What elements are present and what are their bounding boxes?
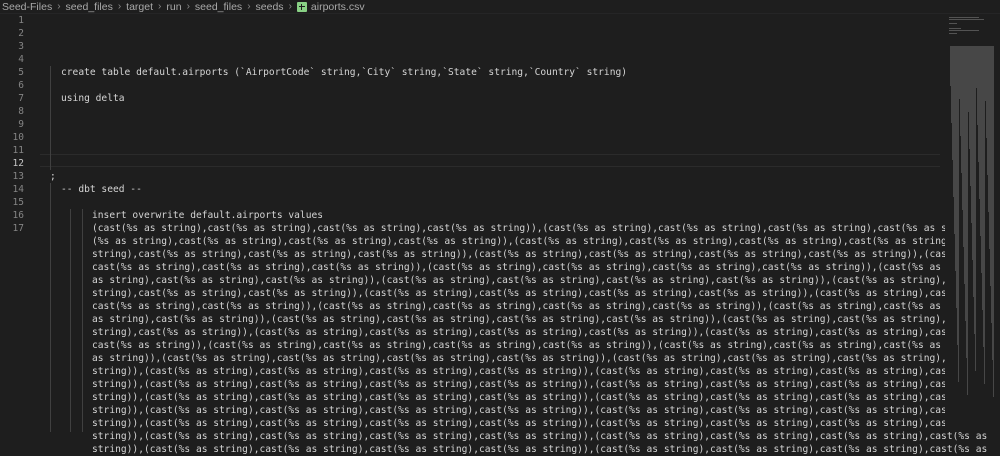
- indent-guide: [70, 209, 71, 432]
- minimap-line: [949, 23, 957, 24]
- line-number[interactable]: 8: [0, 105, 24, 118]
- code-line-17-wrap[interactable]: cast(%s as string)),(cast(%s as string),…: [92, 339, 1000, 352]
- code-line-17-wrap[interactable]: string),cast(%s as string),cast(%s as st…: [92, 287, 1000, 300]
- code-line-17-wrap[interactable]: string)),(cast(%s as string),cast(%s as …: [92, 391, 987, 404]
- code-line-14[interactable]: -- dbt seed --: [61, 183, 142, 196]
- line-number[interactable]: 9: [0, 118, 24, 131]
- breadcrumb-item-seed-files[interactable]: Seed-Files: [2, 1, 52, 13]
- minimap-line: [949, 33, 957, 34]
- line-number-gutter[interactable]: 1 2 3 4 5 6 7 8 9 10 11 12 13 14 15 16 17: [0, 14, 30, 432]
- minimap-line: [949, 19, 984, 20]
- code-area[interactable]: create table default.airports (`AirportC…: [40, 14, 1000, 455]
- minimap-line: [949, 17, 979, 18]
- code-line-17-wrap[interactable]: as string),cast(%s as string)),(cast(%s …: [92, 313, 1000, 326]
- chevron-right-icon: ›: [57, 1, 61, 12]
- line-number[interactable]: 3: [0, 40, 24, 53]
- code-line-17-wrap[interactable]: string)),(cast(%s as string),cast(%s as …: [92, 378, 987, 391]
- code-line-17-wrap[interactable]: string)),(cast(%s as string),cast(%s as …: [92, 365, 987, 378]
- code-line-17-wrap[interactable]: string)),(cast(%s as string),cast(%s as …: [92, 404, 987, 417]
- code-line-17-wrap[interactable]: cast(%s as string),cast(%s as string)),(…: [92, 300, 1000, 313]
- code-line-17-wrap[interactable]: string)),(cast(%s as string),cast(%s as …: [92, 417, 987, 430]
- line-number[interactable]: 11: [0, 144, 24, 157]
- breadcrumb-item-seed-files-2[interactable]: seed_files: [195, 1, 242, 13]
- line-number[interactable]: 12: [0, 157, 24, 170]
- breadcrumb: Seed-Files › seed_files › target › run ›…: [0, 0, 1000, 14]
- csv-file-icon: [296, 1, 307, 12]
- line-number[interactable]: 4: [0, 53, 24, 66]
- minimap[interactable]: [945, 14, 1000, 432]
- line-number[interactable]: 17: [0, 222, 24, 235]
- vertical-scrollbar[interactable]: [993, 14, 1000, 432]
- code-editor[interactable]: 1 2 3 4 5 6 7 8 9 10 11 12 13 14 15 16 17 create table d…: [0, 14, 1000, 455]
- breadcrumb-item-target[interactable]: target: [126, 1, 153, 13]
- code-line-17-wrap[interactable]: (%s as string),cast(%s as string),cast(%…: [92, 235, 1000, 248]
- code-line-17-wrap[interactable]: string)),(cast(%s as string),cast(%s as …: [92, 443, 987, 456]
- code-line-17-wrap[interactable]: string),cast(%s as string),cast(%s as st…: [92, 248, 1000, 261]
- chevron-right-icon: ›: [158, 1, 162, 12]
- line-number[interactable]: 7: [0, 92, 24, 105]
- line-number[interactable]: 5: [0, 66, 24, 79]
- line-number[interactable]: 14: [0, 183, 24, 196]
- chevron-right-icon: ›: [247, 1, 251, 12]
- line-number[interactable]: 6: [0, 79, 24, 92]
- chevron-right-icon: ›: [117, 1, 122, 12]
- code-line-16[interactable]: insert overwrite default.airports values: [92, 209, 323, 222]
- line-number[interactable]: 10: [0, 131, 24, 144]
- breadcrumb-item-file[interactable]: airports.csv: [311, 1, 365, 13]
- line-number[interactable]: 15: [0, 196, 24, 209]
- code-line-13[interactable]: ;: [50, 170, 56, 183]
- breadcrumb-item-seeds[interactable]: seeds: [256, 1, 284, 13]
- chevron-right-icon: ›: [186, 1, 190, 12]
- line-number[interactable]: 13: [0, 170, 24, 183]
- minimap-line: [949, 28, 961, 29]
- code-line-5[interactable]: create table default.airports (`AirportC…: [61, 66, 627, 79]
- minimap-column: [975, 46, 976, 371]
- line-number[interactable]: 2: [0, 27, 24, 40]
- breadcrumb-item-seed-files-folder[interactable]: seed_files: [66, 1, 113, 13]
- line-number[interactable]: 16: [0, 209, 24, 222]
- indent-guide: [82, 209, 83, 432]
- code-line-17-wrap[interactable]: string),cast(%s as string)),(cast(%s as …: [92, 326, 1000, 339]
- code-line-17-wrap[interactable]: cast(%s as string),cast(%s as string),ca…: [92, 261, 1000, 274]
- line-number[interactable]: 1: [0, 14, 24, 27]
- indent-guide: [50, 66, 51, 170]
- minimap-line: [949, 30, 979, 31]
- breadcrumb-item-run[interactable]: run: [166, 1, 181, 13]
- code-line-6[interactable]: using delta: [61, 92, 125, 105]
- code-line-17-wrap[interactable]: as string)),(cast(%s as string),cast(%s …: [92, 352, 1000, 365]
- code-line-17-wrap[interactable]: as string),cast(%s as string),cast(%s as…: [92, 274, 1000, 287]
- code-line-17-wrap[interactable]: (cast(%s as string),cast(%s as string),c…: [92, 222, 1000, 235]
- chevron-right-icon: ›: [288, 1, 292, 12]
- indent-guide: [50, 183, 51, 432]
